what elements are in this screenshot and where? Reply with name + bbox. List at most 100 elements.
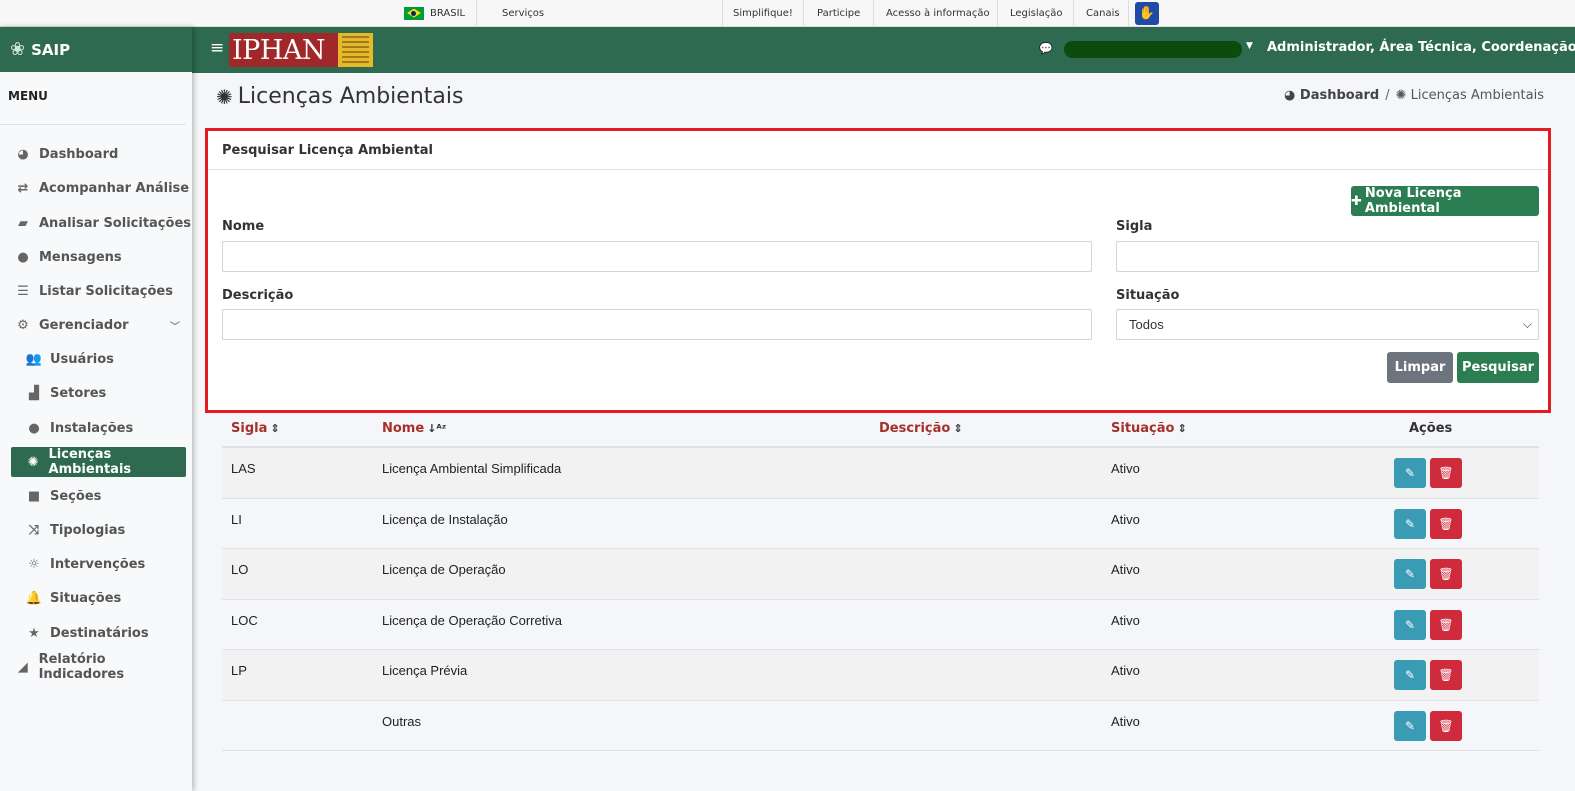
sidebar-item-gerenciador[interactable]: ⚙ Gerenciador ﹀: [0, 310, 192, 340]
situacao-label: Situação: [1116, 288, 1180, 303]
page-title: ✺ Licenças Ambientais: [216, 84, 463, 109]
user-role[interactable]: Administrador, Área Técnica, Coordenação…: [1267, 40, 1575, 55]
th-nome[interactable]: Nome ↓ᴬᶻ: [382, 421, 446, 436]
circle-icon: ●: [28, 420, 40, 436]
bell-icon: 🔔: [25, 590, 43, 606]
table-row: LP Licença Prévia Ativo ✎ 🗑: [222, 650, 1539, 701]
delete-button[interactable]: 🗑: [1430, 458, 1462, 488]
sidebar-item-situacoes[interactable]: 🔔 Situações: [0, 583, 192, 613]
gov-canais-link[interactable]: Canais: [1086, 0, 1120, 27]
cell-situacao: Ativo: [1111, 713, 1140, 729]
chat-icon[interactable]: 💬: [1039, 42, 1053, 55]
breadcrumb-dashboard-link[interactable]: ◕ Dashboard: [1284, 88, 1379, 103]
sidebar-item-instalacoes[interactable]: ● Instalações: [0, 413, 192, 443]
iphan-logo[interactable]: IPHAN: [229, 33, 373, 67]
gov-brasil-link[interactable]: BRASIL: [404, 0, 465, 27]
users-icon: 👥: [25, 351, 43, 367]
licenses-table: Sigla ⇕ Nome ↓ᴬᶻ Descrição ⇕ Situação ⇕ Açõe…: [222, 413, 1539, 751]
edit-button[interactable]: ✎: [1394, 710, 1426, 741]
gov-bar: BRASIL Serviços Simplifique! Participe A…: [0, 0, 1575, 27]
clear-button[interactable]: Limpar: [1387, 352, 1453, 383]
cell-situacao: Ativo: [1111, 612, 1140, 628]
sidebar-item-mensagens[interactable]: ● Mensagens: [0, 242, 192, 272]
cell-nome: Licença Prévia: [382, 663, 468, 678]
table-row: LI Licença de Instalação Ativo ✎ 🗑: [222, 499, 1539, 549]
edit-button[interactable]: ✎: [1394, 660, 1426, 690]
descricao-input[interactable]: [222, 309, 1092, 340]
sidebar-item-acompanhar-analise[interactable]: ⇄ Acompanhar Análise: [0, 173, 192, 203]
new-license-button[interactable]: ✚ Nova Licença Ambiental: [1351, 186, 1539, 216]
gov-servicos-link[interactable]: Serviços: [502, 0, 544, 27]
sidebar-item-setores[interactable]: ▟ Setores: [0, 378, 192, 408]
sidebar-item-listar-solicitacoes[interactable]: ☰ Listar Solicitações: [0, 276, 192, 306]
gov-simplifique-link[interactable]: Simplifique!: [733, 0, 793, 27]
sidebar-item-intervencoes[interactable]: ☼ Intervenções: [0, 549, 192, 579]
edit-button[interactable]: ✎: [1394, 508, 1426, 539]
sidebar-item-label: Licenças Ambientais: [48, 447, 132, 477]
sidebar-item-analisar-solicitacoes[interactable]: ▰ Analisar Solicitações: [0, 208, 192, 238]
cell-situacao: Ativo: [1111, 511, 1140, 527]
delete-button[interactable]: 🗑: [1430, 559, 1462, 589]
comments-icon: ●: [17, 249, 29, 265]
gov-legislacao-link[interactable]: Legislação: [1010, 0, 1063, 27]
search-card-title: Pesquisar Licença Ambiental: [222, 143, 433, 158]
logo-text: IPHAN: [232, 34, 326, 66]
delete-button[interactable]: 🗑: [1430, 710, 1462, 741]
trash-icon: 🗑: [1438, 567, 1454, 581]
th-descricao[interactable]: Descrição ⇕: [879, 421, 963, 436]
certificate-icon: ✺: [216, 84, 233, 109]
situacao-select[interactable]: Todos ⌵: [1116, 309, 1539, 340]
vlibras-hand-icon[interactable]: ✋: [1135, 2, 1159, 25]
cell-nome: Outras: [382, 713, 422, 729]
table-row: Outras Ativo ✎ 🗑: [222, 701, 1539, 751]
breadcrumb-current: ✺ Licenças Ambientais: [1396, 88, 1544, 103]
sidebar-item-destinatarios[interactable]: ★ Destinatários: [0, 618, 192, 648]
sidebar-item-label: Setores: [50, 385, 107, 401]
trash-icon: 🗑: [1438, 617, 1454, 632]
delete-button[interactable]: 🗑: [1430, 508, 1462, 539]
sidebar-item-relatorio-indicadores[interactable]: ◢ Relatório Indicadores: [0, 652, 192, 682]
page-title-text: Licenças Ambientais: [237, 84, 464, 109]
sidebar-item-label: Relatório Indicadores: [38, 652, 125, 682]
caret-down-icon[interactable]: ▼: [1246, 41, 1253, 51]
chart-area-icon: ◢: [17, 659, 28, 675]
sidebar-item-tipologias[interactable]: ⤨ Tipologias: [0, 515, 192, 545]
delete-button[interactable]: 🗑: [1430, 609, 1462, 640]
sigla-input[interactable]: [1116, 241, 1539, 272]
search-card: Pesquisar Licença Ambiental ✚ Nova Licenç…: [205, 128, 1551, 413]
plus-icon: ✚: [1351, 193, 1362, 209]
sidebar-item-licencas-ambientais[interactable]: ✺ Licenças Ambientais: [11, 447, 186, 477]
gears-icon: ⚙: [17, 317, 29, 333]
gov-acesso-link[interactable]: Acesso à informação: [886, 0, 990, 27]
certificate-icon: ✺: [27, 454, 39, 470]
random-icon: ⤨: [28, 522, 40, 538]
square-icon: ■: [27, 488, 41, 504]
sidebar-item-usuarios[interactable]: 👥 Usuários: [0, 344, 192, 374]
trash-icon: 🗑: [1438, 668, 1454, 682]
gov-participe-link[interactable]: Participe: [817, 0, 860, 27]
sidebar-item-dashboard[interactable]: ◕ Dashboard: [0, 139, 192, 169]
th-label: Situação: [1111, 421, 1175, 436]
breadcrumb-label: Licenças Ambientais: [1410, 88, 1544, 103]
certificate-icon: ✺: [1395, 88, 1411, 103]
hamburger-menu-icon[interactable]: ≡: [210, 38, 224, 58]
th-situacao[interactable]: Situação ⇕: [1111, 421, 1187, 436]
sun-icon: ☼: [28, 556, 40, 572]
cell-sigla: LAS: [231, 461, 256, 476]
delete-button[interactable]: 🗑: [1430, 660, 1462, 690]
th-acoes: Ações: [1409, 421, 1453, 436]
th-sigla[interactable]: Sigla ⇕: [231, 421, 280, 436]
sort-icon: ⇕: [270, 422, 280, 435]
edit-button[interactable]: ✎: [1394, 609, 1426, 640]
table-row: LAS Licença Ambiental Simplificada Ativo…: [222, 448, 1539, 499]
cell-nome: Licença de Operação: [382, 562, 506, 577]
sidebar-brand[interactable]: ❀ SAIP: [0, 27, 192, 72]
search-button[interactable]: Pesquisar: [1457, 352, 1539, 383]
sidebar-item-secoes[interactable]: ■ Seções: [0, 481, 192, 511]
edit-button[interactable]: ✎: [1394, 458, 1426, 488]
sort-alpha-asc-icon: ↓ᴬᶻ: [427, 422, 447, 435]
edit-button[interactable]: ✎: [1394, 559, 1426, 589]
nome-input[interactable]: [222, 241, 1092, 272]
user-name-redacted[interactable]: [1064, 41, 1242, 58]
menu-title: MENU: [0, 72, 186, 125]
